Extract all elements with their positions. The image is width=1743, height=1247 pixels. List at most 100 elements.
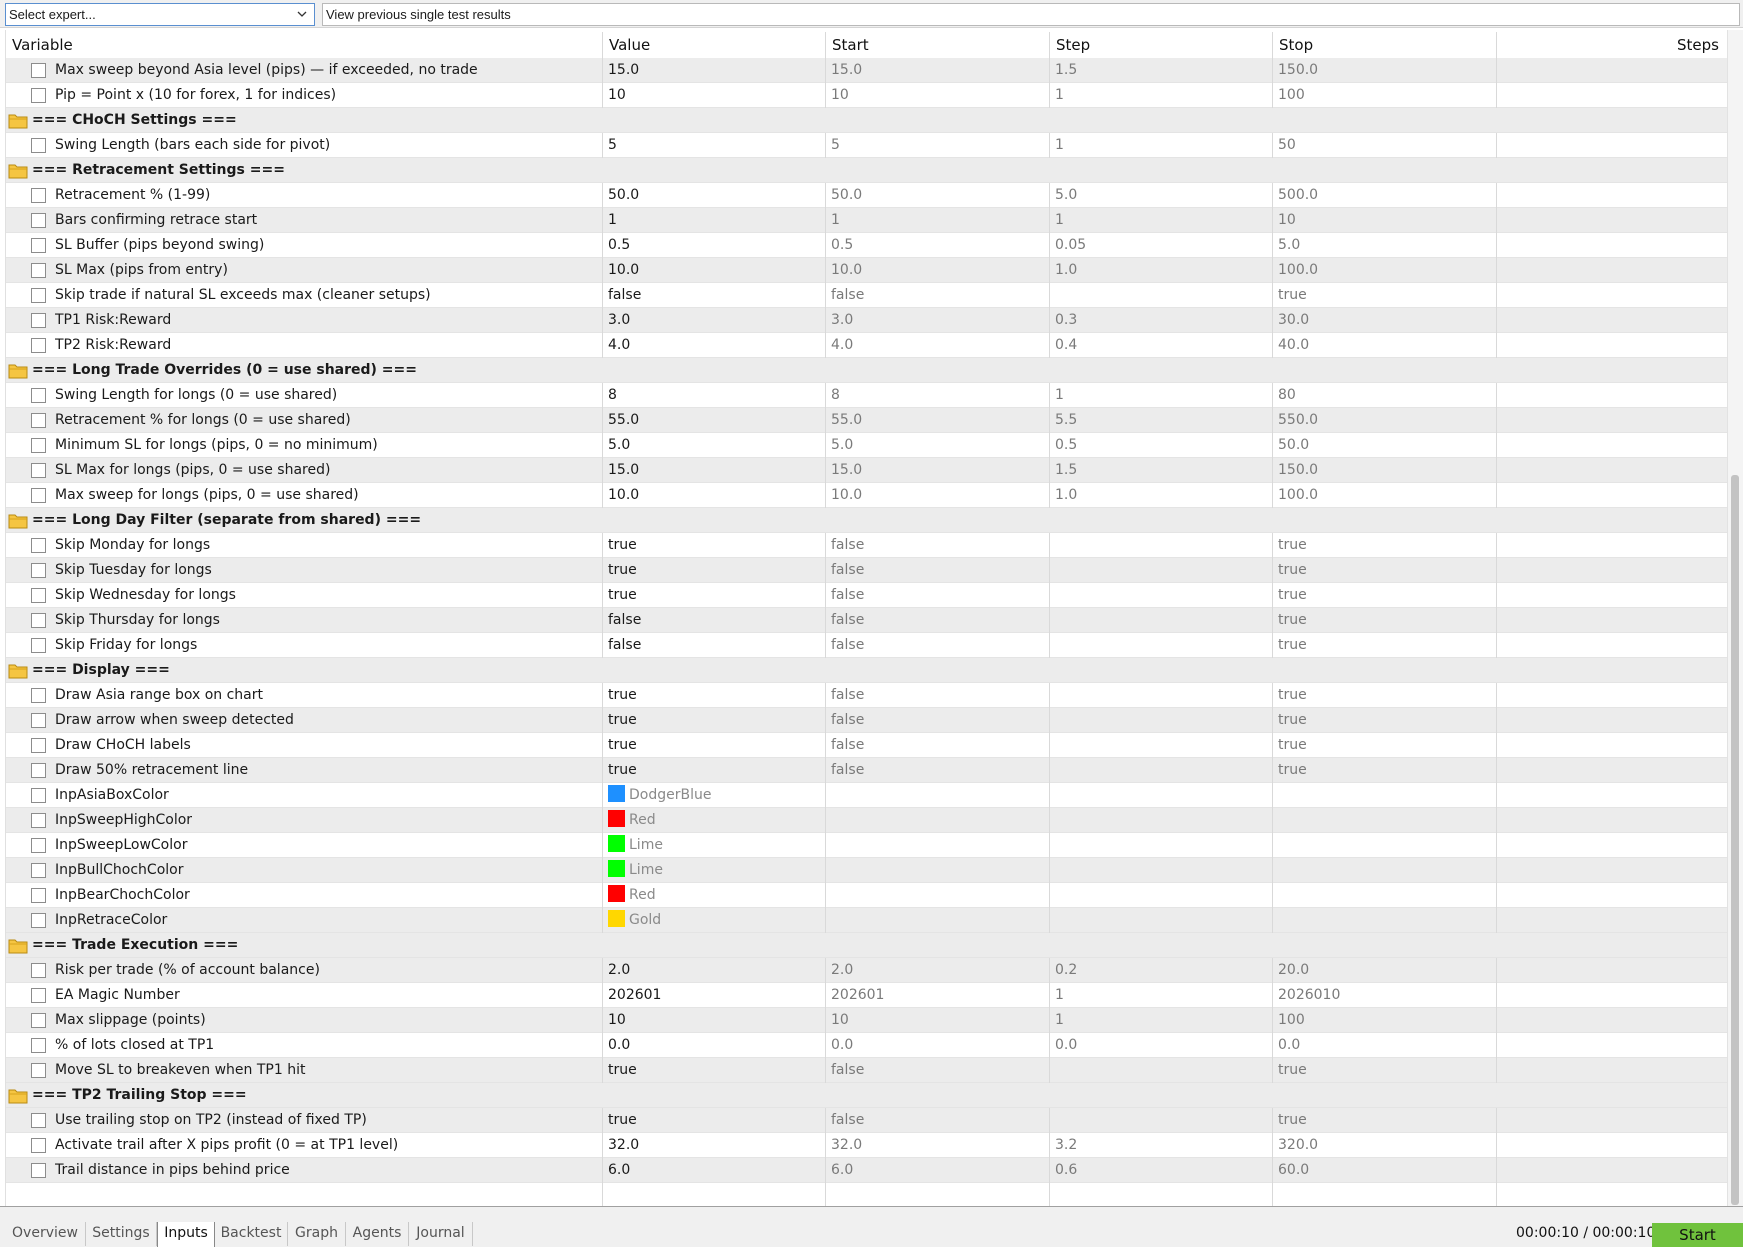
parameter-row[interactable]: Skip trade if natural SL exceeds max (cl… — [6, 283, 1727, 308]
stop-cell[interactable]: 40.0 — [1278, 333, 1496, 357]
optimize-checkbox[interactable] — [31, 1063, 46, 1078]
parameter-row[interactable]: Risk per trade (% of account balance) 2.0… — [6, 958, 1727, 983]
color-swatch[interactable] — [608, 835, 625, 852]
step-cell[interactable]: 1.5 — [1055, 58, 1273, 82]
group-row[interactable]: === Long Trade Overrides (0 = use shared… — [6, 358, 1727, 383]
start-cell[interactable]: false — [831, 283, 1049, 307]
start-cell[interactable]: 8 — [831, 383, 1049, 407]
value-cell[interactable]: 10.0 — [608, 483, 826, 507]
optimize-checkbox[interactable] — [31, 763, 46, 778]
stop-cell[interactable]: 60.0 — [1278, 1158, 1496, 1182]
parameter-row[interactable]: InpSweepHighColor Red — [6, 808, 1727, 833]
stop-cell[interactable]: 20.0 — [1278, 958, 1496, 982]
optimize-checkbox[interactable] — [31, 788, 46, 803]
step-cell[interactable]: 1 — [1055, 383, 1273, 407]
column-header-variable[interactable]: Variable — [6, 30, 73, 58]
parameter-row[interactable]: InpSweepLowColor Lime — [6, 833, 1727, 858]
value-cell[interactable]: 0.0 — [608, 1033, 826, 1057]
optimize-checkbox[interactable] — [31, 288, 46, 303]
color-value-cell[interactable]: Red — [608, 883, 826, 907]
tab-settings[interactable]: Settings — [86, 1222, 157, 1246]
step-cell[interactable]: 0.4 — [1055, 333, 1273, 357]
stop-cell[interactable]: true — [1278, 1058, 1496, 1082]
start-cell[interactable]: false — [831, 633, 1049, 657]
stop-cell[interactable]: 150.0 — [1278, 58, 1496, 82]
parameter-row[interactable]: Retracement % for longs (0 = use shared)… — [6, 408, 1727, 433]
previous-results-select[interactable]: View previous single test results — [322, 3, 1740, 26]
stop-cell[interactable]: 30.0 — [1278, 308, 1496, 332]
stop-cell[interactable]: 50.0 — [1278, 433, 1496, 457]
start-cell[interactable]: 10.0 — [831, 258, 1049, 282]
value-cell[interactable]: 0.5 — [608, 233, 826, 257]
start-cell[interactable]: false — [831, 533, 1049, 557]
parameter-row[interactable]: Max slippage (points) 10 10 1 100 — [6, 1008, 1727, 1033]
step-cell[interactable] — [1055, 633, 1273, 657]
stop-cell[interactable]: true — [1278, 583, 1496, 607]
optimize-checkbox[interactable] — [31, 538, 46, 553]
parameter-row[interactable]: Draw 50% retracement line true false true — [6, 758, 1727, 783]
start-cell[interactable]: false — [831, 558, 1049, 582]
start-cell[interactable]: 55.0 — [831, 408, 1049, 432]
optimize-checkbox[interactable] — [31, 463, 46, 478]
step-cell[interactable]: 0.05 — [1055, 233, 1273, 257]
start-cell[interactable]: 5 — [831, 133, 1049, 157]
step-cell[interactable] — [1055, 1058, 1273, 1082]
value-cell[interactable]: 3.0 — [608, 308, 826, 332]
step-cell[interactable]: 1 — [1055, 83, 1273, 107]
optimize-checkbox[interactable] — [31, 863, 46, 878]
stop-cell[interactable]: true — [1278, 758, 1496, 782]
start-cell[interactable]: false — [831, 708, 1049, 732]
optimize-checkbox[interactable] — [31, 1013, 46, 1028]
start-cell[interactable]: 10 — [831, 1008, 1049, 1032]
step-cell[interactable] — [1055, 608, 1273, 632]
optimize-checkbox[interactable] — [31, 888, 46, 903]
optimize-checkbox[interactable] — [31, 988, 46, 1003]
start-cell[interactable]: 2.0 — [831, 958, 1049, 982]
start-cell[interactable]: 1 — [831, 208, 1049, 232]
optimize-checkbox[interactable] — [31, 488, 46, 503]
value-cell[interactable]: true — [608, 1058, 826, 1082]
step-cell[interactable]: 0.3 — [1055, 308, 1273, 332]
optimize-checkbox[interactable] — [31, 438, 46, 453]
optimize-checkbox[interactable] — [31, 713, 46, 728]
step-cell[interactable]: 1.5 — [1055, 458, 1273, 482]
step-cell[interactable]: 0.2 — [1055, 958, 1273, 982]
parameter-row[interactable]: Skip Monday for longs true false true — [6, 533, 1727, 558]
stop-cell[interactable]: 80 — [1278, 383, 1496, 407]
value-cell[interactable]: 4.0 — [608, 333, 826, 357]
value-cell[interactable]: 6.0 — [608, 1158, 826, 1182]
stop-cell[interactable]: 500.0 — [1278, 183, 1496, 207]
stop-cell[interactable]: 50 — [1278, 133, 1496, 157]
stop-cell[interactable]: 550.0 — [1278, 408, 1496, 432]
column-header-step[interactable]: Step — [1050, 30, 1090, 58]
step-cell[interactable] — [1055, 1108, 1273, 1132]
start-cell[interactable]: false — [831, 1108, 1049, 1132]
start-cell[interactable]: false — [831, 733, 1049, 757]
tab-inputs[interactable]: Inputs — [157, 1222, 215, 1247]
optimize-checkbox[interactable] — [31, 1038, 46, 1053]
expert-select[interactable]: Select expert... — [5, 3, 315, 26]
group-row[interactable]: === Display === — [6, 658, 1727, 683]
step-cell[interactable]: 1 — [1055, 133, 1273, 157]
stop-cell[interactable]: 100.0 — [1278, 258, 1496, 282]
step-cell[interactable] — [1055, 708, 1273, 732]
start-cell[interactable]: false — [831, 758, 1049, 782]
optimize-checkbox[interactable] — [31, 138, 46, 153]
step-cell[interactable]: 1 — [1055, 208, 1273, 232]
parameter-row[interactable]: Skip Tuesday for longs true false true — [6, 558, 1727, 583]
value-cell[interactable]: 10 — [608, 83, 826, 107]
step-cell[interactable]: 5.5 — [1055, 408, 1273, 432]
value-cell[interactable]: 32.0 — [608, 1133, 826, 1157]
parameter-row[interactable]: InpBearChochColor Red — [6, 883, 1727, 908]
optimize-checkbox[interactable] — [31, 563, 46, 578]
vertical-scrollbar[interactable] — [1727, 30, 1743, 1206]
optimize-checkbox[interactable] — [31, 1138, 46, 1153]
optimize-checkbox[interactable] — [31, 588, 46, 603]
value-cell[interactable]: true — [608, 583, 826, 607]
parameter-row[interactable]: Swing Length for longs (0 = use shared) 8… — [6, 383, 1727, 408]
step-cell[interactable] — [1055, 558, 1273, 582]
parameter-row[interactable]: Skip Friday for longs false false true — [6, 633, 1727, 658]
step-cell[interactable] — [1055, 733, 1273, 757]
optimize-checkbox[interactable] — [31, 613, 46, 628]
value-cell[interactable]: true — [608, 533, 826, 557]
